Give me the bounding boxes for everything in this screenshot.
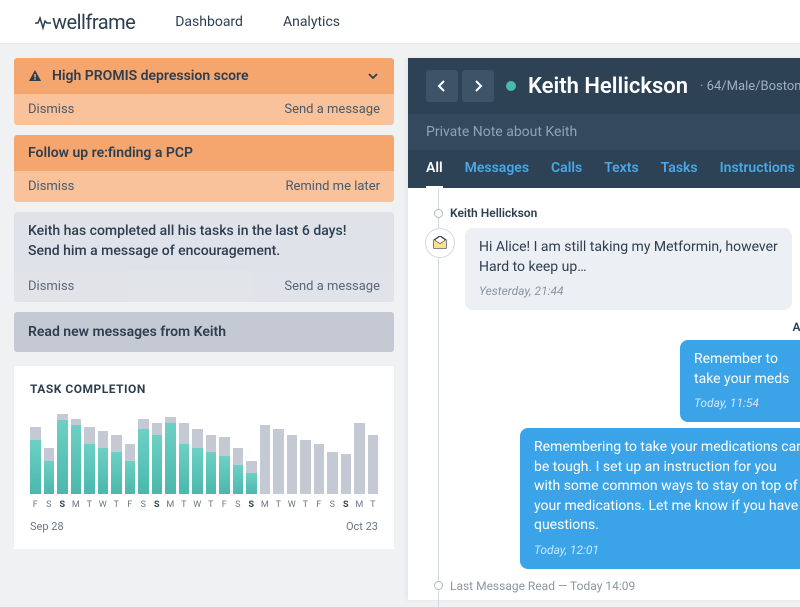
alert-action[interactable]: Send a message	[284, 279, 380, 294]
task-completion-chart: FSSMTWTFSSMTWTFSSMTWTFSSMT	[30, 410, 378, 510]
alert-title: High PROMIS depression score	[52, 68, 249, 84]
nav-analytics[interactable]: Analytics	[283, 14, 340, 30]
tab-all[interactable]: All	[426, 150, 443, 189]
message-incoming: Hi Alice! I am still taking my Metformin…	[440, 228, 800, 310]
patient-header: Keith Hellickson · 64/Male/Boston	[408, 58, 800, 114]
private-note-input[interactable]: Private Note about Keith	[408, 114, 800, 150]
message-thread: Keith Hellickson Hi Alice! I am still ta…	[408, 188, 800, 607]
alert-title: Keith has completed all his tasks in the…	[28, 222, 380, 261]
card-title: TASK COMPLETION	[30, 382, 378, 396]
left-panel: High PROMIS depression score Dismiss Sen…	[14, 58, 394, 600]
sender-label: Keith Hellickson	[450, 206, 800, 220]
alert-title: Follow up re:finding a PCP	[28, 145, 193, 161]
patient-panel: Keith Hellickson · 64/Male/Boston Privat…	[408, 58, 800, 600]
message-time: Yesterday, 21:44	[479, 283, 778, 300]
tab-messages[interactable]: Messages	[465, 150, 529, 188]
message-outgoing: Remember to take your meds Today, 11:54	[440, 340, 800, 422]
status-dot-icon	[506, 81, 516, 91]
message-text: Remembering to take your medications can…	[534, 438, 800, 536]
tab-calls[interactable]: Calls	[551, 150, 582, 188]
read-receipt: Last Message Read — Today 14:09	[450, 579, 800, 593]
brand-logo: wellframe	[18, 10, 135, 34]
alert-action[interactable]: Remind me later	[285, 179, 380, 194]
message-outgoing: Remembering to take your medications can…	[440, 428, 800, 569]
alert-tasks-completed: Keith has completed all his tasks in the…	[14, 212, 394, 302]
sender-label-right: Alice	[440, 320, 800, 334]
alert-dismiss[interactable]: Dismiss	[28, 102, 74, 117]
top-bar: wellframe Dashboard Analytics	[0, 0, 800, 44]
patient-name: Keith Hellickson	[528, 74, 688, 99]
nav-dashboard[interactable]: Dashboard	[175, 14, 243, 30]
message-time: Today, 12:01	[534, 542, 800, 559]
next-button[interactable]	[462, 70, 494, 102]
prev-button[interactable]	[426, 70, 458, 102]
message-text: Hi Alice! I am still taking my Metformin…	[479, 238, 778, 277]
alert-followup-pcp: Follow up re:finding a PCP Dismiss Remin…	[14, 135, 394, 202]
alert-new-messages[interactable]: Read new messages from Keith	[14, 312, 394, 352]
chart-start-date: Sep 28	[30, 520, 64, 533]
message-text: Remember to take your meds	[694, 350, 800, 389]
alert-action[interactable]: Send a message	[284, 102, 380, 117]
envelope-icon	[425, 228, 455, 258]
warning-icon	[28, 69, 42, 83]
alert-high-promis: High PROMIS depression score Dismiss Sen…	[14, 58, 394, 125]
chevron-down-icon[interactable]	[366, 69, 380, 83]
thread-tabs: All Messages Calls Texts Tasks Instructi…	[408, 150, 800, 188]
chart-end-date: Oct 23	[346, 520, 378, 533]
tab-instructions[interactable]: Instructions	[720, 150, 795, 188]
task-completion-card: TASK COMPLETION FSSMTWTFSSMTWTFSSMTWTFSS…	[14, 366, 394, 549]
tab-texts[interactable]: Texts	[604, 150, 638, 188]
alert-dismiss[interactable]: Dismiss	[28, 179, 74, 194]
alert-dismiss[interactable]: Dismiss	[28, 279, 74, 294]
message-time: Today, 11:54	[694, 395, 800, 412]
tab-tasks[interactable]: Tasks	[661, 150, 698, 188]
patient-meta: · 64/Male/Boston	[700, 79, 800, 94]
